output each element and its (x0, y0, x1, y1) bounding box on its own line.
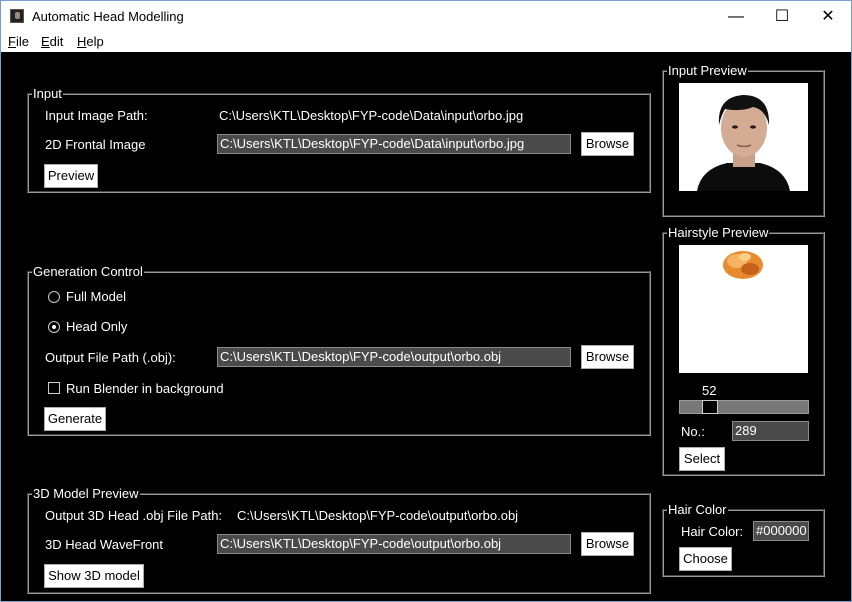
input-image-path-value: C:\Users\KTL\Desktop\FYP-code\Data\input… (219, 108, 524, 123)
choose-button[interactable]: Choose (679, 547, 732, 571)
wavefront-path-field[interactable]: C:\Users\KTL\Desktop\FYP-code\output\orb… (217, 534, 571, 554)
show-3d-model-button[interactable]: Show 3D model (44, 564, 144, 588)
generation-legend: Generation Control (33, 264, 143, 279)
hairstyle-legend: Hairstyle Preview (668, 225, 769, 240)
menu-file-rest: ile (15, 34, 29, 49)
run-blender-checkbox[interactable] (48, 382, 60, 394)
hair-color-field[interactable]: #000000 (753, 521, 809, 541)
menu-help-accel: H (77, 34, 87, 49)
output-browse-button[interactable]: Browse (581, 345, 634, 369)
hair-no-field[interactable]: 289 (732, 421, 809, 441)
menu-bar: File Edit Help (1, 32, 851, 52)
input-preview-image (679, 83, 808, 191)
wavefront-browse-button[interactable]: Browse (581, 532, 634, 556)
main-content: Input Input Image Path: C:\Users\KTL\Des… (1, 52, 851, 601)
input-browse-button[interactable]: Browse (581, 132, 634, 156)
app-icon (10, 9, 24, 23)
menu-help[interactable]: Help (77, 34, 104, 49)
window-title: Automatic Head Modelling (32, 9, 184, 24)
menu-help-rest: elp (86, 34, 104, 49)
full-model-label: Full Model (66, 289, 126, 304)
obj-path-label: Output 3D Head .obj File Path: (45, 508, 223, 523)
head-only-radio[interactable] (48, 321, 60, 333)
hairstyle-slider[interactable] (679, 400, 809, 414)
menu-edit-accel: E (41, 34, 50, 49)
full-model-radio[interactable] (48, 291, 60, 303)
frontal-image-label: 2D Frontal Image (45, 137, 146, 152)
menu-file-accel: F (8, 34, 16, 49)
hair-no-label: No.: (681, 424, 705, 439)
close-button[interactable]: ✕ (805, 1, 851, 32)
output-path-field[interactable]: C:\Users\KTL\Desktop\FYP-code\output\orb… (217, 347, 571, 367)
input-image-path-label: Input Image Path: (45, 108, 148, 123)
maximize-button[interactable]: ☐ (759, 1, 805, 32)
slider-thumb[interactable] (702, 400, 718, 414)
output-path-label: Output File Path (.obj): (45, 350, 176, 365)
app-window: Automatic Head Modelling — ☐ ✕ File Edit… (0, 0, 852, 602)
title-bar: Automatic Head Modelling — ☐ ✕ (1, 1, 851, 32)
preview-button[interactable]: Preview (44, 164, 98, 188)
generate-button[interactable]: Generate (44, 407, 106, 431)
wavefront-label: 3D Head WaveFront (45, 537, 164, 552)
minimize-button[interactable]: — (713, 1, 759, 32)
model-preview-legend: 3D Model Preview (33, 486, 139, 501)
hairstyle-slider-value: 52 (702, 383, 717, 398)
portrait-image (679, 83, 808, 191)
hair-color-legend: Hair Color (668, 502, 727, 517)
hairstyle-image (679, 245, 808, 373)
obj-path-value: C:\Users\KTL\Desktop\FYP-code\output\orb… (237, 508, 519, 523)
hairstyle-preview-image (679, 245, 808, 373)
select-button[interactable]: Select (679, 447, 725, 471)
input-legend: Input (33, 86, 62, 101)
run-blender-label: Run Blender in background (66, 381, 224, 396)
frontal-image-path-field[interactable]: C:\Users\KTL\Desktop\FYP-code\Data\input… (217, 134, 571, 154)
menu-edit-rest: dit (49, 34, 64, 49)
menu-edit[interactable]: Edit (41, 34, 63, 49)
head-only-label: Head Only (66, 319, 128, 334)
hair-color-label: Hair Color: (681, 524, 744, 539)
input-preview-legend: Input Preview (668, 63, 747, 78)
menu-file[interactable]: File (8, 34, 29, 49)
